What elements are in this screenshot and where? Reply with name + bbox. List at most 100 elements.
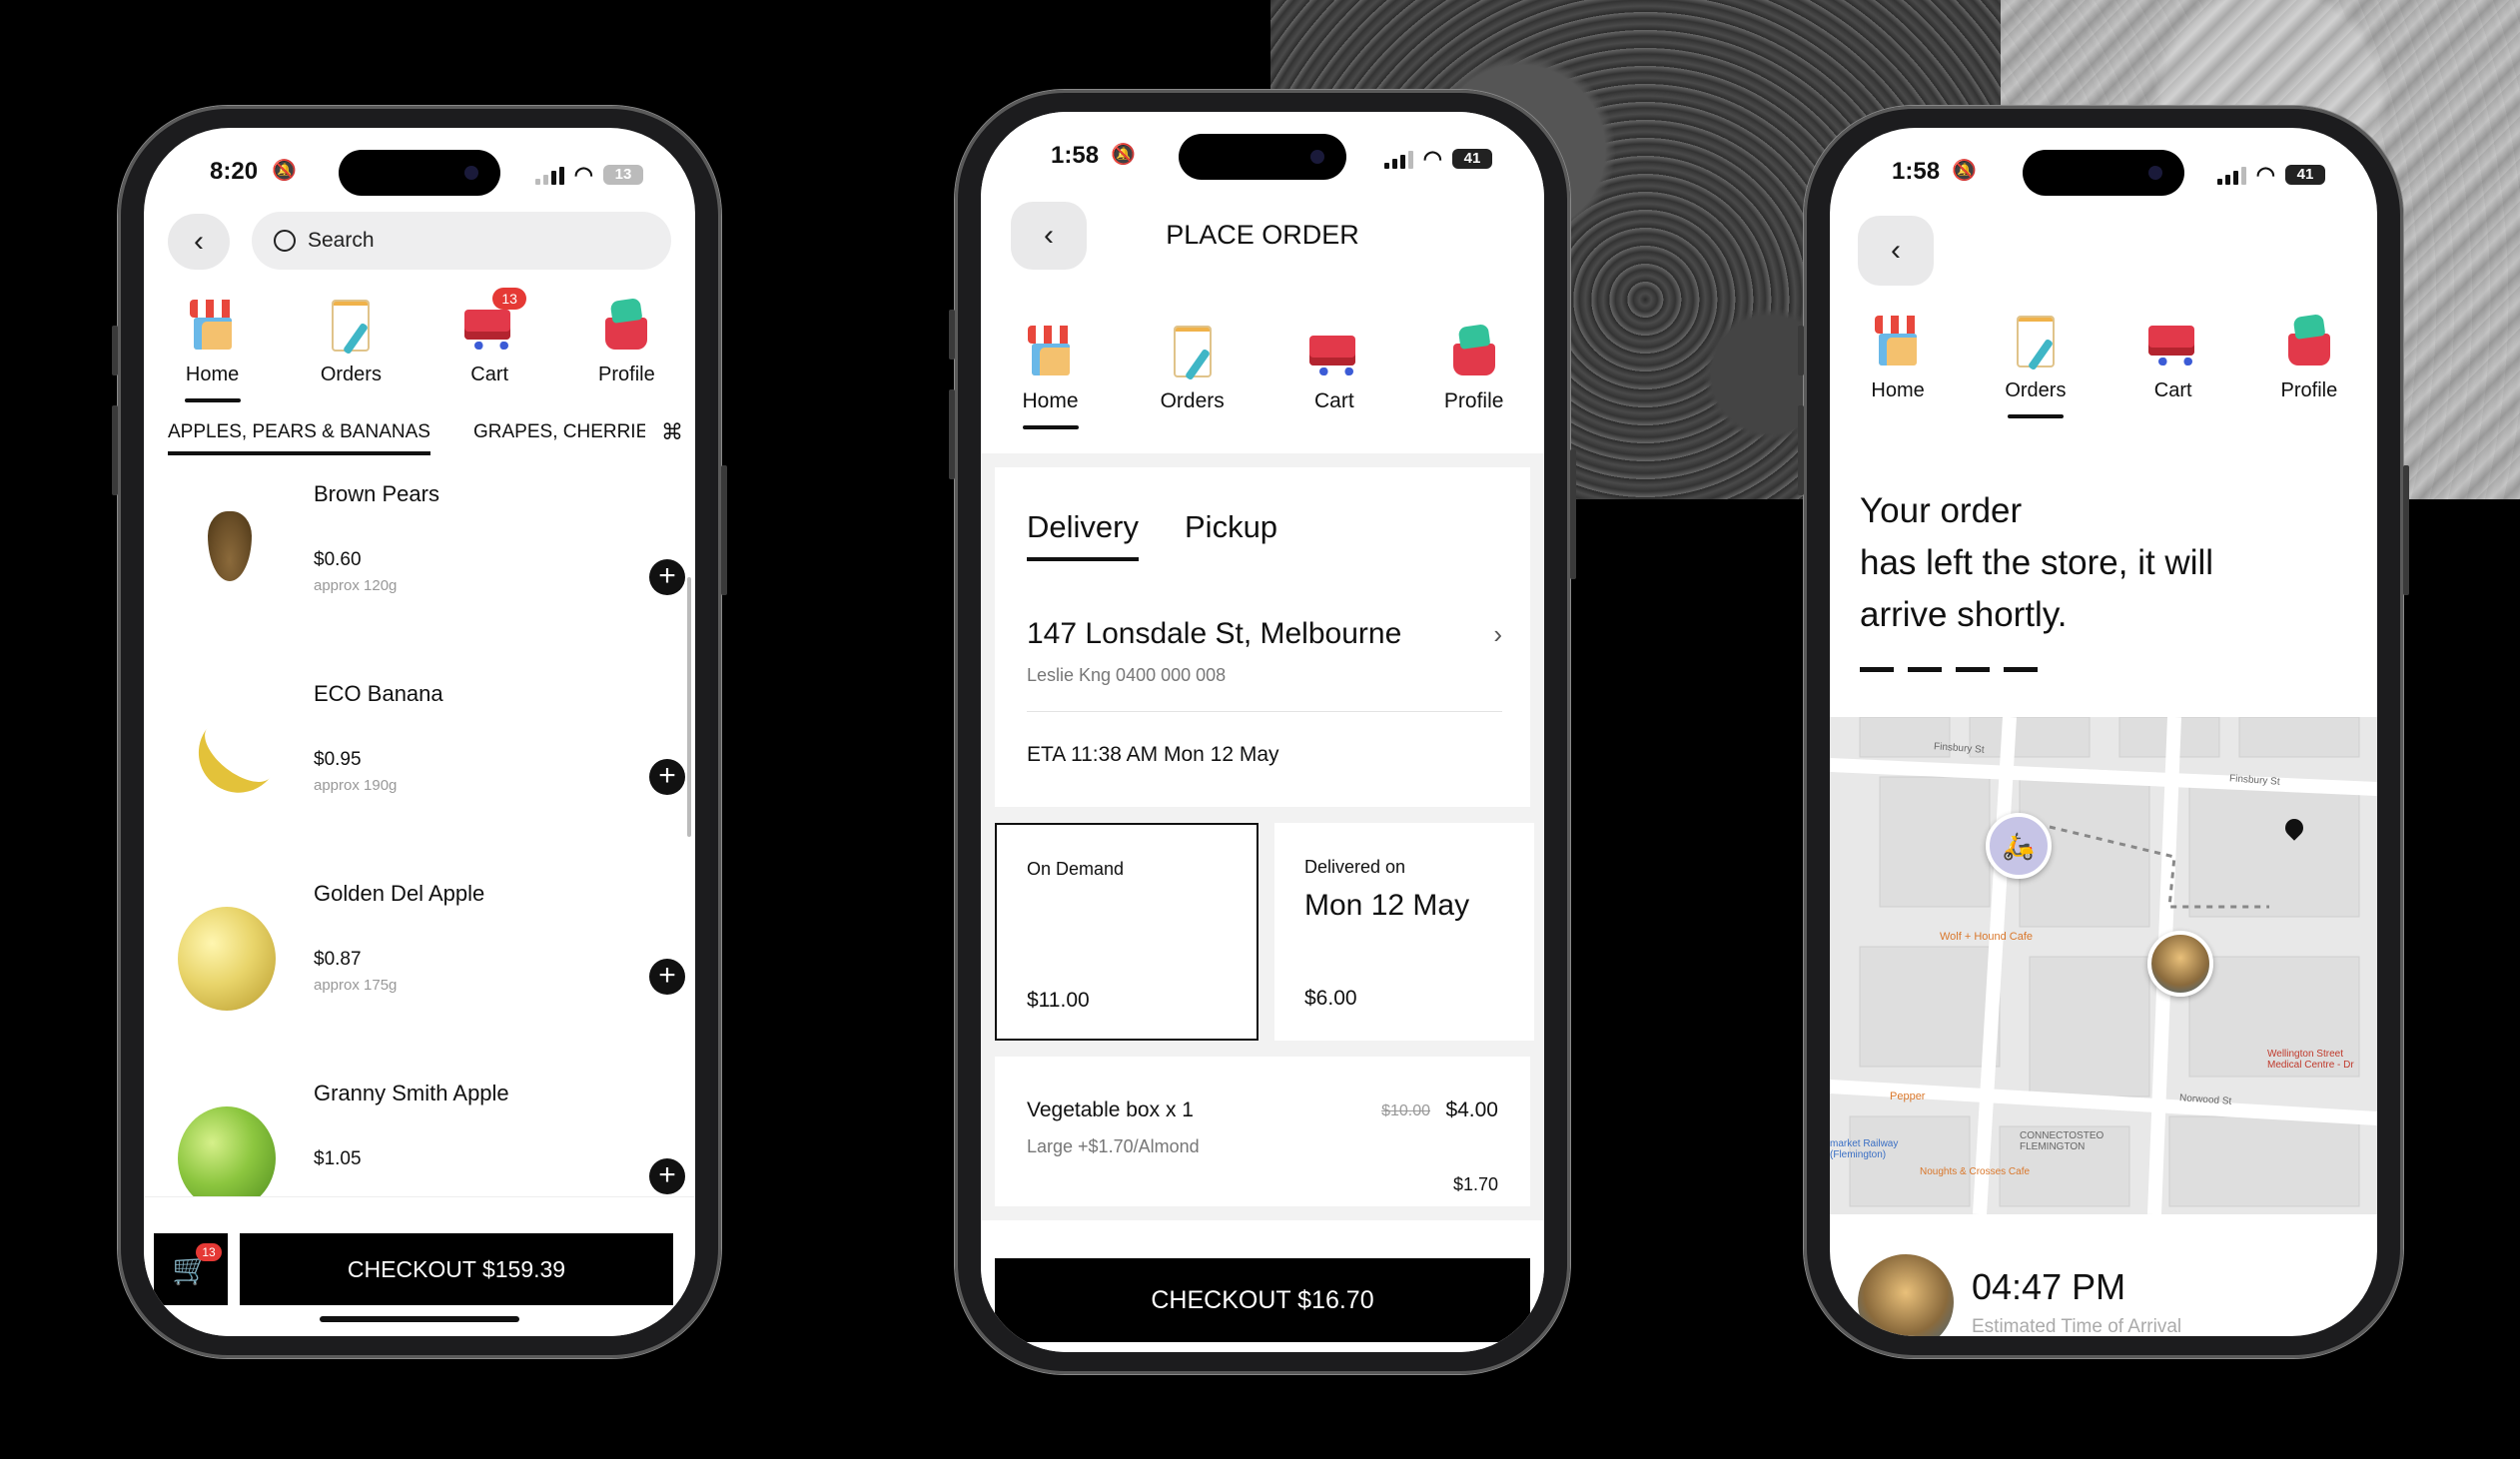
nav-orders[interactable]: Orders <box>2005 312 2066 418</box>
signal-icon <box>2216 165 2246 185</box>
customer-marker[interactable] <box>2147 931 2213 997</box>
option-title: Delivered on <box>1304 857 1406 877</box>
mini-cart-button[interactable]: 🛒 13 <box>154 1233 228 1305</box>
delivery-option-on-demand[interactable]: On Demand $11.00 <box>995 823 1259 1041</box>
store-icon <box>183 296 242 354</box>
item-detail: Large +$1.70/Almond <box>1027 1136 1200 1156</box>
status-time: 1:58 <box>1051 142 1100 169</box>
side-button <box>112 326 118 375</box>
side-button <box>2403 465 2409 595</box>
nav-orders[interactable]: Orders <box>1161 322 1225 413</box>
side-button <box>949 389 955 479</box>
cart-icon <box>2144 312 2202 369</box>
main-nav: Home Orders Cart Profile <box>1830 312 2377 418</box>
arrival-caption: Estimated Time of Arrival <box>1972 1316 2182 1336</box>
basket-icon <box>597 296 655 354</box>
phone-product-list: 8:20 🔕 ◠ 13 ‹ Search Home Orders 13 Cart… <box>112 106 727 1358</box>
category-tabs: APPLES, PEARS & BANANAS GRAPES, CHERRIE … <box>168 421 685 461</box>
side-button <box>1798 405 1804 495</box>
courier-marker[interactable]: 🛵 <box>1986 813 2052 879</box>
add-to-cart-button[interactable]: + <box>649 1158 685 1194</box>
delivery-option-scheduled[interactable]: Delivered on Mon 12 May $6.00 <box>1274 823 1534 1041</box>
search-icon <box>274 230 296 252</box>
basket-icon <box>1445 322 1503 379</box>
back-button[interactable]: ‹ <box>168 214 230 270</box>
nav-label: Cart <box>1314 389 1354 412</box>
search-input[interactable]: Search <box>252 212 671 270</box>
arrival-avatar <box>1858 1254 1954 1336</box>
tab-delivery[interactable]: Delivery <box>1027 509 1139 561</box>
clipboard-icon <box>1164 322 1222 379</box>
home-indicator <box>320 1316 519 1322</box>
status-bar: 1:58 🔕 ◠ 41 <box>1830 158 2377 192</box>
nav-home[interactable]: Home <box>1869 312 1928 402</box>
status-time: 8:20 <box>210 158 259 185</box>
list-item[interactable]: ECO Banana $0.95 approx 190g + <box>144 667 695 867</box>
product-list: Brown Pears $0.60 approx 120g + ECO Bana… <box>144 467 695 1246</box>
clipboard-icon <box>2007 312 2065 369</box>
store-icon <box>1021 322 1080 379</box>
tab-pickup[interactable]: Pickup <box>1185 509 1277 545</box>
checkout-button[interactable]: CHECKOUT $159.39 <box>240 1233 673 1305</box>
item-name: Vegetable box x 1 <box>1027 1098 1194 1121</box>
nav-cart[interactable]: Cart <box>1305 322 1363 413</box>
delivery-map[interactable]: Finsbury St Finsbury St Norwood St CONNE… <box>1830 717 2377 1214</box>
phone-order-tracking: 1:58 🔕 ◠ 41 ‹ Home Orders Cart Profile Y… <box>1798 106 2409 1358</box>
checkout-button[interactable]: CHECKOUT $16.70 <box>995 1258 1530 1342</box>
add-to-cart-button[interactable]: + <box>649 759 685 795</box>
address-line[interactable]: 147 Lonsdale St, Melbourne <box>1027 617 1401 651</box>
chevron-right-icon[interactable]: › <box>1493 619 1502 650</box>
side-button <box>1570 449 1576 579</box>
option-price: $6.00 <box>1304 987 1357 1010</box>
add-to-cart-button[interactable]: + <box>649 559 685 595</box>
map-label-poi: market Railway (Flemington) <box>1830 1138 1899 1160</box>
checkout-bar: 🛒 13 CHECKOUT $159.39 <box>144 1196 695 1336</box>
cart-icon: 13 <box>460 288 527 354</box>
map-label-poi: Pepper <box>1890 1091 1926 1102</box>
side-button <box>721 465 727 595</box>
map-label-poi: Wolf + Hound Cafe <box>1940 931 2034 943</box>
product-price: $0.60 <box>314 549 362 570</box>
nav-orders[interactable]: Orders <box>321 296 382 386</box>
category-tab-apples[interactable]: APPLES, PEARS & BANANAS <box>168 421 430 455</box>
status-time: 1:58 <box>1892 158 1941 185</box>
nav-profile[interactable]: Profile <box>1443 322 1504 413</box>
product-weight: approx 175g <box>314 977 398 994</box>
nav-cart[interactable]: Cart <box>2144 312 2202 402</box>
back-button[interactable]: ‹ <box>1858 216 1934 286</box>
nav-label: Home <box>1022 389 1079 412</box>
basket-icon <box>2280 312 2338 369</box>
address-contact: Leslie Kng 0400 000 008 <box>1027 665 1227 685</box>
nav-label: Profile <box>1443 389 1504 412</box>
grid-icon[interactable]: ⌘ <box>661 421 683 445</box>
nav-label: Profile <box>2280 379 2338 401</box>
screen: 1:58 🔕 ◠ 41 ‹ Home Orders Cart Profile Y… <box>1830 128 2377 1336</box>
progress-dashes <box>1860 667 2038 672</box>
list-item[interactable]: Brown Pears $0.60 approx 120g + <box>144 467 695 667</box>
battery-icon: 13 <box>603 165 643 185</box>
cart-badge: 13 <box>492 288 527 310</box>
mute-icon: 🔕 <box>1111 144 1136 166</box>
message-line: Your order <box>1860 491 2023 530</box>
battery-icon: 41 <box>1452 149 1492 169</box>
order-status-message: Your order has left the store, it will a… <box>1860 485 2213 641</box>
add-to-cart-button[interactable]: + <box>649 959 685 995</box>
nav-profile[interactable]: Profile <box>597 296 655 386</box>
nav-home[interactable]: Home <box>183 296 242 402</box>
message-line: arrive shortly. <box>1860 595 2068 634</box>
banana-image <box>182 709 286 809</box>
nav-label: Profile <box>598 364 655 385</box>
wifi-icon: ◠ <box>2255 162 2275 187</box>
product-name: Golden Del Apple <box>314 881 485 906</box>
nav-label: Orders <box>1160 389 1225 412</box>
clipboard-icon <box>322 296 380 354</box>
category-tab-grapes[interactable]: GRAPES, CHERRIE <box>473 421 645 443</box>
nav-cart[interactable]: 13 Cart <box>460 288 527 386</box>
cart-badge: 13 <box>196 1243 222 1261</box>
list-item[interactable]: Golden Del Apple $0.87 approx 175g + <box>144 867 695 1067</box>
delivery-card: Delivery Pickup 147 Lonsdale St, Melbour… <box>995 467 1530 807</box>
nav-profile[interactable]: Profile <box>2280 312 2338 402</box>
item-old-price: $10.00 <box>1381 1102 1430 1119</box>
product-price: $1.05 <box>314 1148 362 1169</box>
nav-home[interactable]: Home <box>1021 322 1080 429</box>
